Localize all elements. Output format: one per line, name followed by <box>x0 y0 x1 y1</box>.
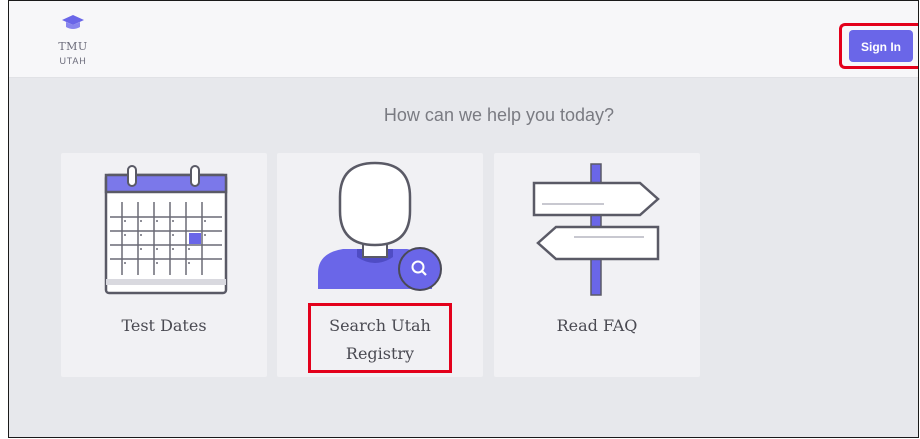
test-dates-card[interactable]: Test Dates <box>61 153 267 377</box>
search-registry-card[interactable]: Search Utah Registry <box>277 153 483 377</box>
page-heading: How can we help you today? <box>383 105 615 125</box>
app-window: TMU UTAH Sign In How can we help you tod… <box>8 0 919 438</box>
person-search-icon <box>318 161 442 291</box>
header: TMU UTAH Sign In <box>9 1 918 78</box>
logo-text: TMU <box>58 40 88 53</box>
signpost-icon <box>532 163 660 296</box>
highlight-search-registry <box>308 303 452 373</box>
sign-in-button[interactable]: Sign In <box>849 30 913 62</box>
read-faq-label: Read FAQ <box>556 316 638 335</box>
logo[interactable]: TMU UTAH <box>53 14 113 74</box>
logo-subtext: UTAH <box>59 56 87 66</box>
graduation-cap-icon <box>62 15 84 29</box>
calendar-icon <box>104 165 228 295</box>
test-dates-label: Test Dates <box>121 316 207 335</box>
read-faq-card[interactable]: Read FAQ <box>494 153 700 377</box>
